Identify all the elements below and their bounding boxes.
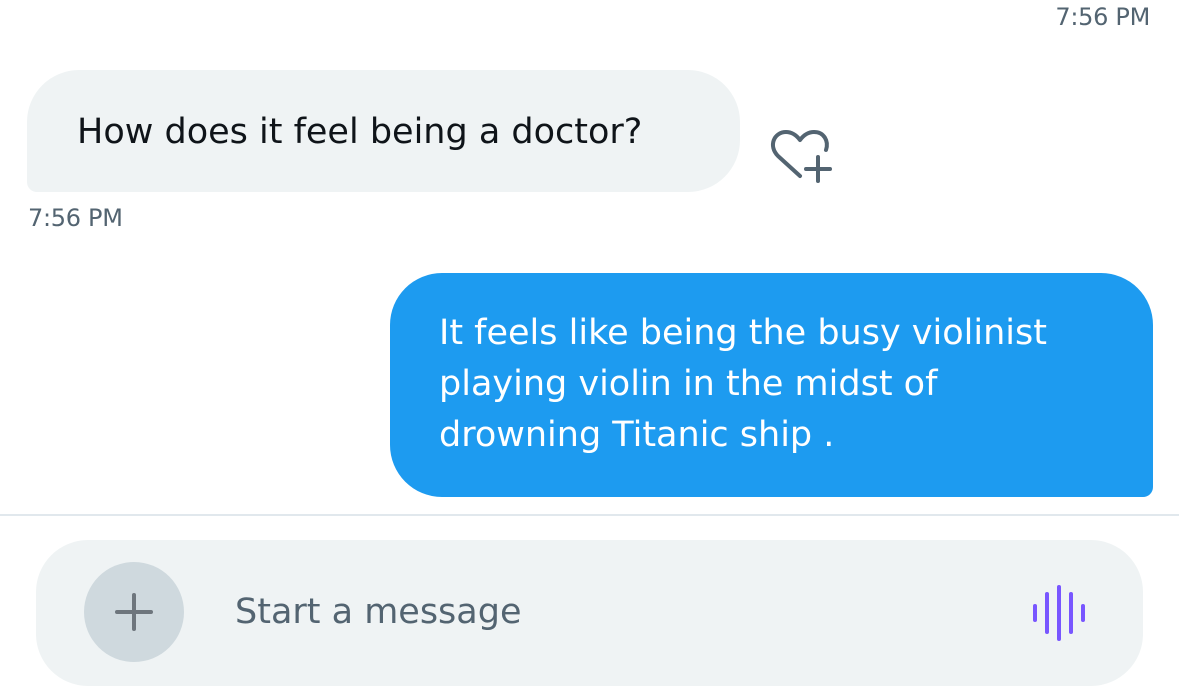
incoming-message-bubble[interactable]: How does it feel being a doctor?	[27, 70, 740, 192]
plus-icon	[115, 593, 153, 631]
add-reaction-button[interactable]	[766, 128, 836, 188]
timestamp: 7:56 PM	[28, 204, 123, 232]
divider	[0, 514, 1179, 516]
message-input[interactable]	[235, 588, 995, 636]
outgoing-message-bubble[interactable]: It feels like being the busy violinist p…	[390, 273, 1153, 497]
voice-message-button[interactable]	[1027, 585, 1091, 641]
voice-waveform-icon	[1033, 585, 1085, 641]
message-text: It feels like being the busy violinist p…	[439, 313, 1047, 455]
heart-plus-icon	[770, 130, 832, 183]
timestamp: 7:56 PM	[1055, 3, 1150, 31]
add-media-button[interactable]	[84, 562, 184, 662]
message-text: How does it feel being a doctor?	[77, 112, 643, 152]
